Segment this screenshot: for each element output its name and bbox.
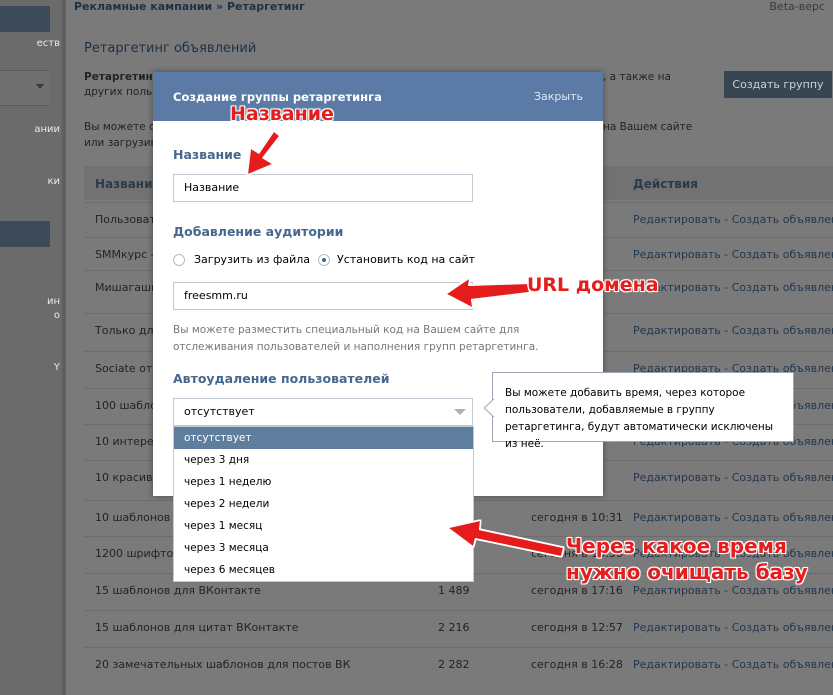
annotation-period-line1: Через какое время: [566, 534, 787, 558]
annotation-name: Название: [230, 103, 334, 125]
annotation-url: URL домена: [527, 274, 659, 296]
annotation-period-line2: нужно очищать базу: [566, 560, 808, 584]
annotation-arrows: [248, 132, 563, 556]
arrow-icon: [447, 279, 529, 307]
arrow-icon: [248, 132, 279, 174]
arrow-icon: [449, 521, 563, 556]
